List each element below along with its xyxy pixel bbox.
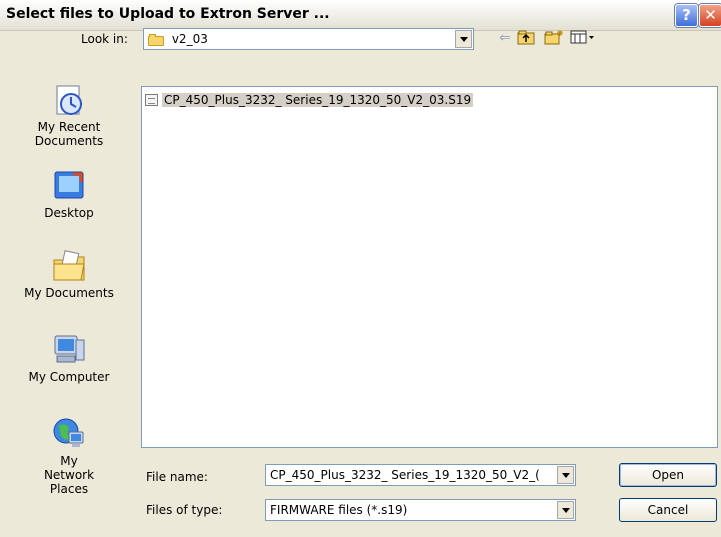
file-icon: [145, 94, 158, 106]
file-name-field[interactable]: CP_450_Plus_3232_ Series_19_1320_50_V2_(: [265, 464, 576, 486]
chevron-down-icon[interactable]: [557, 466, 574, 484]
look-in-value: v2_03: [171, 32, 208, 46]
recent-documents-icon: [51, 82, 87, 118]
back-arrow-icon[interactable]: ⇐: [496, 29, 514, 47]
window-title: Select files to Upload to Extron Server …: [6, 6, 330, 22]
help-button[interactable]: ?: [675, 4, 698, 27]
close-button[interactable]: ✕: [699, 4, 721, 27]
place-my-computer[interactable]: My Computer: [0, 332, 138, 384]
file-list[interactable]: CP_450_Plus_3232_ Series_19_1320_50_V2_0…: [141, 86, 718, 448]
folder-icon: [148, 33, 164, 46]
place-label: Desktop: [44, 206, 94, 220]
my-documents-icon: [51, 248, 87, 284]
place-label: My Network Places: [43, 454, 95, 496]
new-folder-icon[interactable]: [544, 29, 564, 47]
places-bar: My Recent Documents Desktop My Documents…: [0, 80, 138, 496]
file-name-value: CP_450_Plus_3232_ Series_19_1320_50_V2_(: [270, 468, 540, 482]
views-menu-icon[interactable]: [570, 29, 596, 47]
chevron-down-icon[interactable]: [455, 30, 472, 48]
list-item[interactable]: CP_450_Plus_3232_ Series_19_1320_50_V2_0…: [145, 92, 474, 108]
look-in-combo[interactable]: v2_03: [143, 28, 474, 50]
open-button[interactable]: Open: [619, 463, 717, 487]
place-desktop[interactable]: Desktop: [0, 168, 138, 220]
up-folder-icon[interactable]: [517, 29, 535, 47]
file-type-select[interactable]: FIRMWARE files (*.s19): [265, 499, 576, 521]
place-label: My Recent Documents: [34, 120, 104, 148]
place-recent-documents[interactable]: My Recent Documents: [0, 82, 138, 148]
place-network-places[interactable]: My Network Places: [0, 416, 138, 496]
file-name: CP_450_Plus_3232_ Series_19_1320_50_V2_0…: [162, 93, 474, 107]
desktop-icon: [51, 168, 87, 204]
file-type-value: FIRMWARE files (*.s19): [270, 503, 408, 517]
network-places-icon: [51, 416, 87, 452]
cancel-button[interactable]: Cancel: [619, 498, 717, 522]
place-label: My Documents: [24, 286, 114, 300]
file-name-label: File name:: [146, 470, 208, 484]
chevron-down-icon[interactable]: [557, 501, 574, 519]
place-label: My Computer: [28, 370, 110, 384]
my-computer-icon: [51, 332, 87, 368]
file-type-label: Files of type:: [146, 503, 223, 517]
place-my-documents[interactable]: My Documents: [0, 248, 138, 300]
title-bar: Select files to Upload to Extron Server …: [0, 0, 721, 31]
look-in-label: Look in:: [81, 32, 128, 46]
